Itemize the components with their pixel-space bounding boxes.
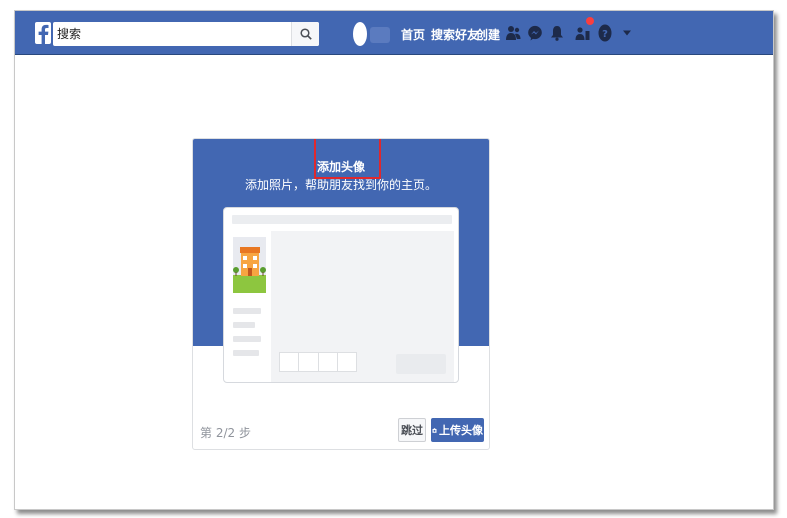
dropdown-arrow-icon[interactable] (618, 23, 636, 43)
svg-text:?: ? (602, 29, 608, 40)
dialog-subtitle: 添加照片，帮助朋友找到你的主页。 (244, 178, 437, 192)
add-profile-picture-dialog: 添加头像 添加照片，帮助朋友找到你的主页。 第 2/2 步 跳过 上传头像 (192, 138, 490, 450)
nav-create-link[interactable]: 创建 (476, 26, 500, 43)
quick-help-icon[interactable] (574, 23, 592, 43)
notification-badge (586, 17, 594, 25)
upload-profile-picture-button[interactable]: 上传头像 (431, 418, 484, 442)
search-box (53, 22, 319, 46)
illustration-text-line (233, 336, 261, 342)
nav-home-link[interactable]: 首页 (401, 26, 425, 43)
search-icon (299, 28, 312, 40)
illustration-button (396, 354, 446, 374)
profile-illustration (223, 207, 459, 383)
camera-icon (432, 427, 437, 433)
profile-avatar[interactable] (353, 22, 367, 46)
facebook-logo-icon[interactable] (35, 22, 51, 44)
skip-button[interactable]: 跳过 (398, 418, 426, 442)
nav-find-friends-link[interactable]: 搜索好友 (431, 26, 479, 43)
illustration-tabs (279, 352, 357, 372)
help-icon[interactable]: ? (596, 23, 614, 43)
illustration-text-line (233, 350, 259, 356)
bell-icon[interactable] (548, 23, 566, 43)
search-button[interactable] (291, 22, 319, 46)
step-indicator: 第 2/2 步 (200, 426, 251, 440)
illustration-house-icon (233, 237, 266, 293)
upload-button-label: 上传头像 (439, 424, 483, 437)
illustration-header-bar (232, 215, 452, 224)
illustration-text-line (233, 322, 255, 328)
browser-window: 首页 搜索好友 创建 (14, 10, 774, 510)
search-input[interactable] (53, 22, 287, 46)
messenger-icon[interactable] (526, 23, 544, 43)
friends-icon[interactable] (504, 23, 522, 43)
profile-name-link[interactable] (370, 27, 390, 43)
top-navigation-bar: 首页 搜索好友 创建 (15, 11, 773, 55)
dialog-title: 添加头像 (316, 160, 365, 174)
illustration-text-line (233, 308, 261, 314)
